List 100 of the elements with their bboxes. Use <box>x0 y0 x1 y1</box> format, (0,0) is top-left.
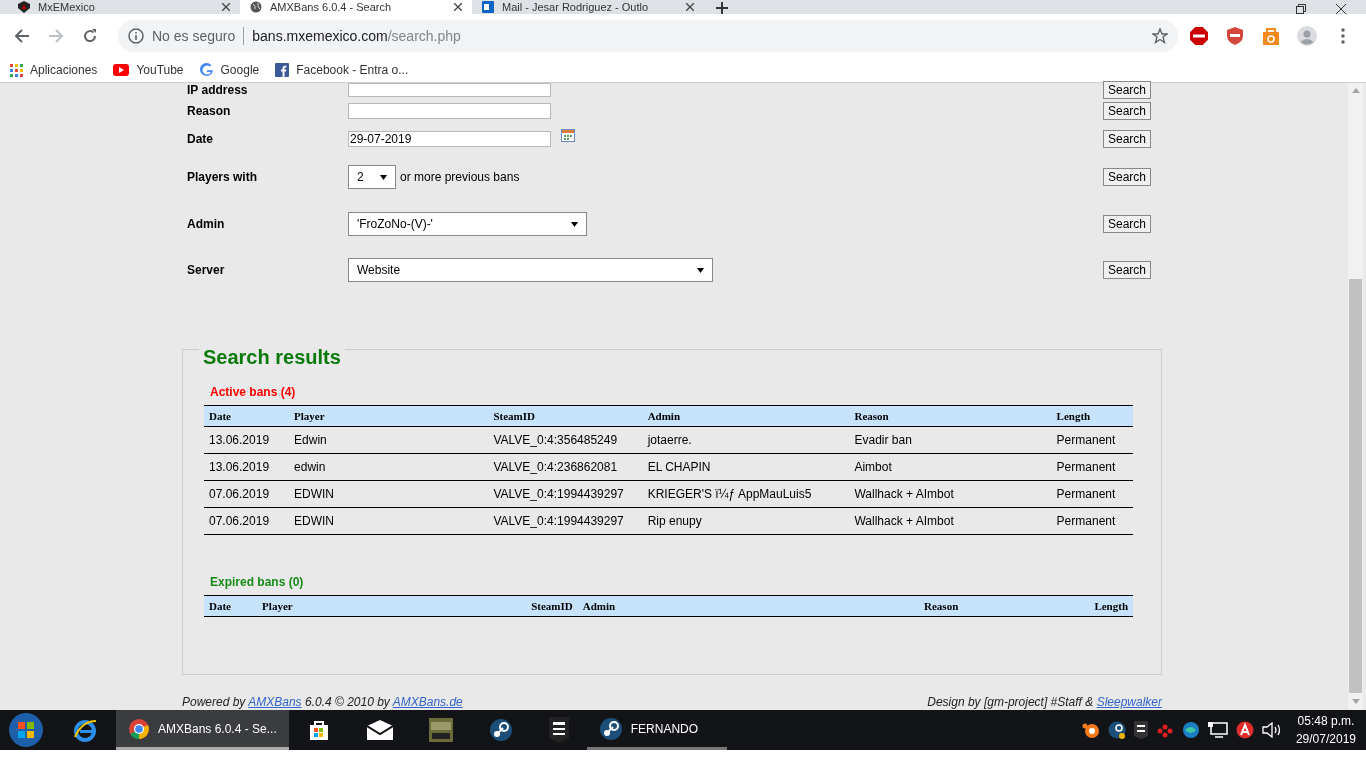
g-logo-icon <box>199 63 214 77</box>
dropdown[interactable]: 2 <box>348 165 396 189</box>
chrome-icon[interactable] <box>128 717 150 740</box>
taskbar-button[interactable]: AMXBans 6.0.4 - Se... <box>116 710 289 750</box>
credit-link[interactable]: Sleepwalker <box>1096 695 1162 709</box>
menu-icon[interactable] <box>1341 28 1345 44</box>
section-heading: Expired bans (0) <box>210 575 305 589</box>
table-cell: Wallhack + AImbot <box>849 480 1052 508</box>
table-cell: 07.06.2019 <box>204 507 290 535</box>
clock-time[interactable]: 05:48 p.m. <box>1295 712 1356 730</box>
table-cell: 07.06.2019 <box>204 480 290 508</box>
browser-tab[interactable]: Mail - Jesar Rodriguez - Outlo <box>472 0 704 14</box>
speaker-icon[interactable] <box>1261 722 1282 738</box>
date-field[interactable]: 29-07-2019 <box>348 131 551 147</box>
dots-cluster-icon[interactable] <box>1155 722 1174 738</box>
steam-icon[interactable] <box>488 718 513 742</box>
column-header: Admin <box>642 405 850 427</box>
steam-icon[interactable] <box>1107 721 1126 739</box>
security-label: No es seguro <box>152 28 236 44</box>
table-cell: Permanent <box>1051 480 1133 508</box>
credit-text: Powered by AMXBans 6.0.4 © 2010 by AMXBans.de <box>182 695 463 709</box>
search-button[interactable]: Search <box>1102 261 1151 279</box>
table-cell: Permanent <box>1051 453 1133 481</box>
browser-tab[interactable]: AMXBans 6.0.4 - Search <box>240 0 472 14</box>
table-cell: EDWIN <box>289 507 489 535</box>
start-orb-icon[interactable] <box>8 712 44 748</box>
bookmark[interactable]: Facebook - Entra o... <box>275 63 409 77</box>
table-cell: jotaerre. <box>642 426 850 454</box>
field-label: Admin <box>186 216 226 233</box>
table-cell: 13.06.2019 <box>204 426 290 454</box>
credit-link[interactable]: AMXBans <box>248 695 302 709</box>
close-icon[interactable] <box>222 3 230 11</box>
section-heading: Active bans (4) <box>210 385 297 399</box>
input-field[interactable] <box>348 103 551 119</box>
credit-text: Design by [gm-project] #Staff & Sleepwalker <box>927 695 1162 709</box>
search-button[interactable]: Search <box>1102 81 1151 99</box>
restore-icon[interactable] <box>1296 4 1306 14</box>
back-icon[interactable] <box>14 28 30 44</box>
reload-icon[interactable] <box>82 28 98 44</box>
bookmark[interactable]: Google <box>199 63 260 77</box>
table-cell: Evadir ban <box>849 426 1052 454</box>
clock-date[interactable]: 29/07/2019 <box>1295 730 1356 748</box>
table-cell: EDWIN <box>289 480 489 508</box>
globe-swirl-icon[interactable] <box>1181 721 1200 739</box>
field-label: Date <box>186 131 214 148</box>
shield-icon[interactable] <box>1227 27 1243 45</box>
envelope-icon[interactable] <box>366 720 393 740</box>
shield-icon <box>18 1 30 13</box>
column-header: SteamID <box>501 595 578 617</box>
close-icon[interactable] <box>1336 4 1346 14</box>
search-button[interactable]: Search <box>1102 215 1151 233</box>
play-icon <box>113 64 130 76</box>
dropdown-arrow-icon <box>571 221 578 227</box>
plus-icon[interactable] <box>716 2 728 14</box>
field-label: Server <box>186 262 226 279</box>
avatar-icon[interactable] <box>1297 26 1317 46</box>
bookmark[interactable]: Aplicaciones <box>10 63 98 77</box>
table-cell: edwin <box>289 453 489 481</box>
dropdown-arrow-icon <box>697 267 704 273</box>
table-cell: KRIEGER'S ï¼ƒ AppMauLuis5 <box>642 480 850 508</box>
table-cell: Aimbot <box>849 453 1052 481</box>
table-cell: VALVE_0:4:236862081 <box>488 453 643 481</box>
f-logo-icon <box>275 63 290 77</box>
url-text: bans.mxemexico.com/search.php <box>252 28 461 44</box>
column-header: Player <box>289 405 489 427</box>
table-cell: Permanent <box>1051 426 1133 454</box>
close-icon[interactable] <box>454 3 462 11</box>
dropdown[interactable]: Website <box>348 258 713 282</box>
column-header: Date <box>204 595 258 617</box>
dropdown[interactable]: 'FroZoNo-(V)-' <box>348 212 587 236</box>
steam-icon[interactable] <box>598 716 623 741</box>
browser-e-icon[interactable] <box>72 717 98 743</box>
apps-grid-icon <box>10 63 23 77</box>
credit-link[interactable]: AMXBans.de <box>392 695 463 709</box>
search-button[interactable]: Search <box>1102 130 1151 148</box>
browser-tab[interactable]: MxEMexico <box>8 0 240 14</box>
star-icon[interactable] <box>1152 28 1168 44</box>
dropdown-arrow-icon <box>380 174 387 180</box>
mail-icon <box>482 1 494 13</box>
globe-icon <box>250 1 262 13</box>
address-bar[interactable]: No es seguro bans.mxemexico.com/search.php <box>118 20 1178 52</box>
column-header: Length <box>1051 405 1133 427</box>
table-cell: Edwin <box>289 426 489 454</box>
table-cell: Permanent <box>1051 507 1133 535</box>
search-button[interactable]: Search <box>1102 168 1151 186</box>
column-header: Date <box>204 405 290 427</box>
a-badge-icon[interactable] <box>1235 721 1254 739</box>
search-button[interactable]: Search <box>1102 102 1151 120</box>
epic-shield-icon[interactable] <box>548 717 569 743</box>
stop-sign-icon[interactable] <box>1190 27 1208 45</box>
bookmark[interactable]: YouTube <box>113 63 184 77</box>
close-icon[interactable] <box>686 3 694 11</box>
table-cell: Wallhack + AImbot <box>849 507 1052 535</box>
table-cell: Rip enupy <box>642 507 850 535</box>
calendar-icon[interactable] <box>561 129 575 142</box>
input-field[interactable] <box>348 83 551 97</box>
epic-shield-icon[interactable] <box>1133 721 1148 739</box>
network-icon[interactable] <box>1207 722 1228 738</box>
field-hint: or more previous bans <box>400 170 520 184</box>
game-tile-icon[interactable] <box>428 718 453 742</box>
